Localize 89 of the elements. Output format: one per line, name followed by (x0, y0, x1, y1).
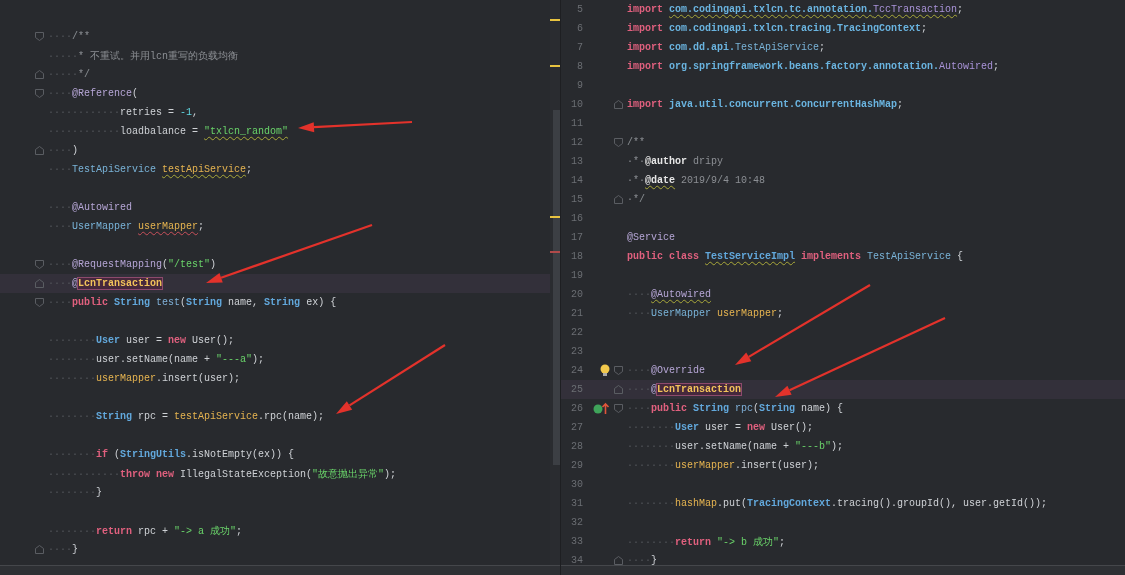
code-line: ········userMapper.insert(user); (48, 373, 241, 384)
line-number: 33 (570, 536, 584, 547)
code-line: @Service (627, 232, 675, 243)
line-number: 9 (576, 80, 584, 91)
code-line: ····@RequestMapping("/test") (48, 259, 217, 270)
line-number: 21 (570, 308, 584, 319)
fold-icon[interactable] (35, 545, 44, 554)
code-line: ········User user = new User(); (627, 422, 814, 433)
code-line: ····@Reference( (48, 88, 139, 99)
fold-icon[interactable] (614, 556, 623, 565)
code-line: ········userMapper.insert(user); (627, 460, 820, 471)
line-number: 34 (570, 555, 584, 565)
code-line: ····public String test(String name, String ex) { (48, 297, 337, 308)
fold-icon[interactable] (614, 195, 623, 204)
code-line: ········hashMap.put(TracingContext.tracing().groupId(), user.getId()); (627, 498, 1048, 509)
code-line: ····UserMapper userMapper; (627, 308, 784, 319)
line-number: 12 (570, 137, 584, 148)
code-line: import com.dd.api.TestApiService; (627, 42, 826, 53)
code-line: ·*/ (627, 194, 645, 205)
code-line: ·····* 不重试。并用lcn重写的负载均衡 (48, 49, 239, 63)
code-line: ····) (48, 145, 79, 156)
code-line: ········user.setName(name + "---b"); (627, 441, 844, 452)
line-number: 25 (570, 384, 584, 395)
code-line: ····@Autowired (48, 202, 133, 213)
code-line: ········user.setName(name + "---a"); (48, 354, 265, 365)
fold-icon[interactable] (35, 260, 44, 269)
code-line: ········User user = new User(); (48, 335, 235, 346)
line-number: 27 (570, 422, 584, 433)
code-line: ············loadbalance = "txlcn_random" (48, 126, 289, 137)
code-line: ·····*/ (48, 69, 91, 80)
fold-icon[interactable] (35, 146, 44, 155)
code-line: ·*·@author dripy (627, 156, 724, 167)
code-line: ····TestApiService testApiService; (48, 164, 253, 175)
code-line: ····UserMapper userMapper; (48, 221, 205, 232)
line-number: 22 (570, 327, 584, 338)
lightbulb-icon[interactable] (600, 364, 610, 377)
line-number: 8 (576, 61, 584, 72)
code-line: ····@Autowired (627, 289, 712, 300)
code-line: ····} (48, 544, 79, 555)
line-number: 23 (570, 346, 584, 357)
code-line: ····@Override (627, 365, 706, 376)
code-line: ····} (627, 555, 658, 565)
fold-icon[interactable] (614, 138, 623, 147)
line-number: 18 (570, 251, 584, 262)
line-number: 14 (570, 175, 584, 186)
line-number: 13 (570, 156, 584, 167)
line-number: 26 (570, 403, 584, 414)
line-number: 32 (570, 517, 584, 528)
code-line: ········return rpc + "-> a 成功"; (48, 524, 243, 538)
fold-icon[interactable] (35, 32, 44, 41)
code-line: ········String rpc = testApiService.rpc(name); (48, 411, 325, 422)
code-line: ·*·@date 2019/9/4 10:48 (627, 175, 766, 186)
line-number: 29 (570, 460, 584, 471)
code-line: import java.util.concurrent.ConcurrentHashMap; (627, 99, 904, 110)
override-icon[interactable] (593, 402, 610, 415)
code-line: ············retries = -1, (48, 107, 199, 118)
line-number: 16 (570, 213, 584, 224)
fold-icon[interactable] (614, 385, 623, 394)
line-number: 24 (570, 365, 584, 376)
code-line: ········} (48, 487, 103, 498)
line-number: 30 (570, 479, 584, 490)
code-line: import org.springframework.beans.factory.annotation.Autowired; (627, 61, 1000, 72)
code-line: ········if (StringUtils.isNotEmpty(ex)) { (48, 449, 295, 460)
fold-icon[interactable] (35, 279, 44, 288)
code-line: ····public String rpc(String name) { (627, 403, 844, 414)
line-number: 10 (570, 99, 584, 110)
line-number: 15 (570, 194, 584, 205)
fold-icon[interactable] (614, 404, 623, 413)
fold-icon[interactable] (35, 298, 44, 307)
fold-icon[interactable] (35, 89, 44, 98)
code-line: ········return "-> b 成功"; (627, 535, 786, 549)
line-number: 28 (570, 441, 584, 452)
line-number: 19 (570, 270, 584, 281)
code-line: ····/** (48, 31, 91, 42)
line-number: 7 (576, 42, 584, 53)
line-number: 17 (570, 232, 584, 243)
code-line: ············throw new IllegalStateException("故意抛出异常"); (48, 467, 397, 481)
fold-icon[interactable] (614, 366, 623, 375)
line-number: 31 (570, 498, 584, 509)
line-number: 11 (570, 118, 584, 129)
fold-icon[interactable] (35, 70, 44, 79)
line-number: 5 (576, 4, 584, 15)
line-number: 20 (570, 289, 584, 300)
fold-icon[interactable] (614, 100, 623, 109)
code-line: public class TestServiceImpl implements TestApiService { (627, 251, 964, 262)
code-line: /** (627, 137, 645, 148)
code-line: import com.codingapi.txlcn.tracing.TracingContext; (627, 23, 928, 34)
code-line: import com.codingapi.txlcn.tc.annotation.TccTransaction; (627, 4, 964, 15)
line-number: 6 (576, 23, 584, 34)
